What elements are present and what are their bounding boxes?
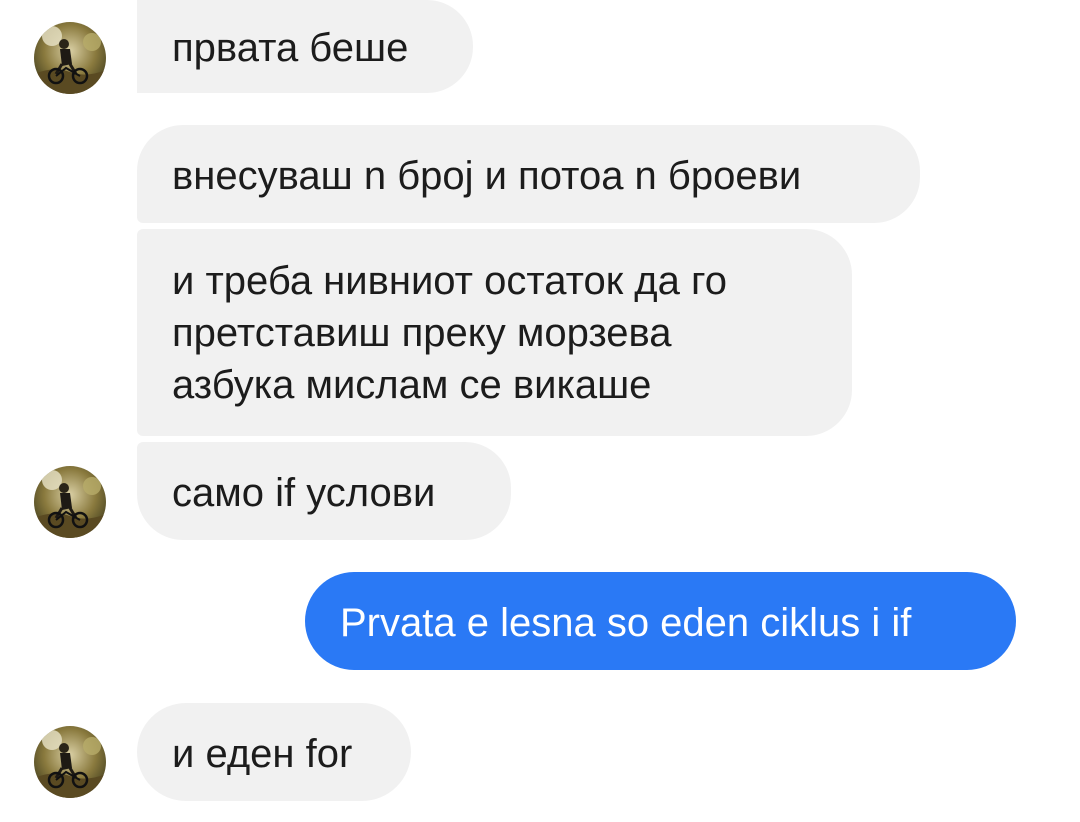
contact-avatar[interactable] (34, 726, 106, 798)
message-text: Prvata e lesna so eden ciklus i if (340, 601, 912, 645)
outgoing-message-bubble[interactable]: Prvata e lesna so eden ciklus i if (305, 572, 1016, 670)
contact-avatar-photo (34, 22, 106, 94)
message-text: само if услови (172, 471, 436, 515)
contact-avatar-photo (34, 466, 106, 538)
contact-avatar[interactable] (34, 22, 106, 94)
message-line: претставиш преку морзева (172, 311, 672, 355)
message-line: азбука мислам се викаше (172, 363, 652, 407)
message-line: и треба нивниот остаток да го (172, 259, 727, 303)
incoming-message-bubble[interactable]: првата беше (137, 0, 473, 93)
message-text: и еден for (172, 732, 353, 776)
incoming-message-bubble[interactable]: и треба нивниот остаток да го претставиш… (137, 229, 852, 436)
message-text: внесуваш n број и потоа n броеви (172, 154, 802, 198)
contact-avatar[interactable] (34, 466, 106, 538)
incoming-message-bubble[interactable]: внесуваш n број и потоа n броеви (137, 125, 920, 223)
contact-avatar-photo (34, 726, 106, 798)
message-text: првата беше (172, 26, 409, 70)
incoming-message-bubble[interactable]: само if услови (137, 442, 511, 540)
incoming-message-bubble[interactable]: и еден for (137, 703, 411, 801)
